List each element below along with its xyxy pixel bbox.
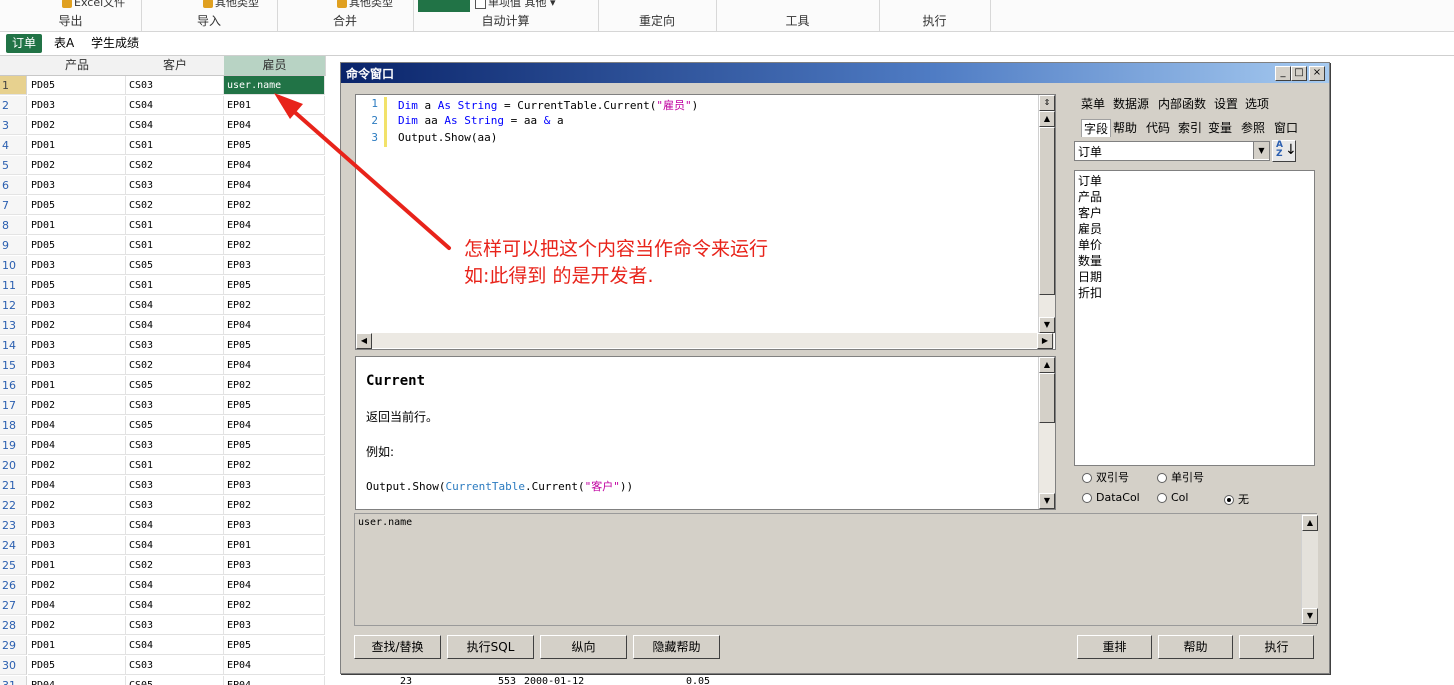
annotation-line-1: 怎样可以把这个内容当作命令来运行 [464, 238, 769, 260]
annotation-text: 怎样可以把这个内容当作命令来运行 如:此得到 的是开发者. [464, 236, 768, 290]
annotation-line-2: 如:此得到 的是开发者. [464, 265, 654, 287]
annotation-arrow [274, 93, 451, 250]
